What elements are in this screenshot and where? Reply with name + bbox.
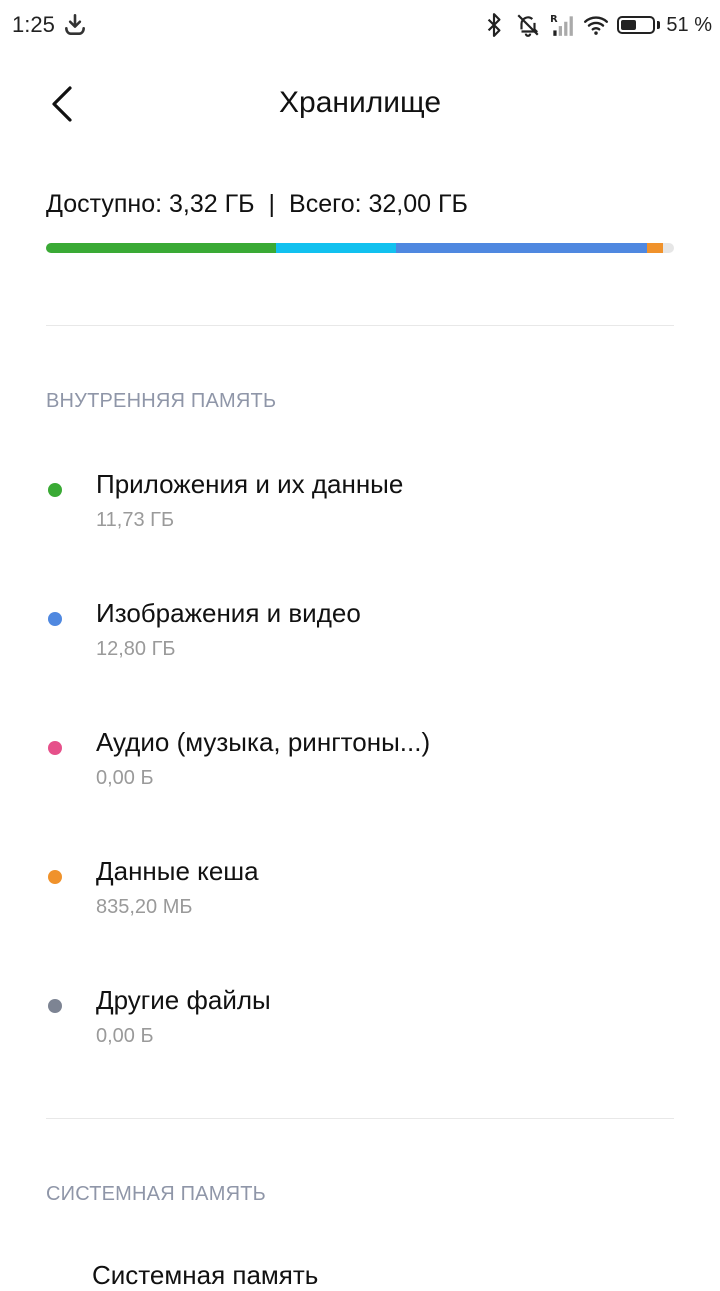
status-time: 1:25 bbox=[12, 12, 55, 37]
usage-segment bbox=[646, 243, 663, 253]
divider bbox=[46, 1118, 674, 1119]
battery-tip bbox=[657, 21, 661, 29]
battery-body bbox=[617, 16, 656, 34]
summary-separator: | bbox=[268, 190, 276, 218]
page-title: Хранилище bbox=[279, 86, 441, 119]
color-dot bbox=[48, 741, 62, 755]
item-label: Аудио (музыка, рингтоны...) bbox=[96, 727, 431, 757]
bluetooth-icon bbox=[488, 13, 501, 37]
status-bar: 1:25 R 51 % bbox=[0, 0, 720, 52]
battery-icon: 51 % bbox=[617, 14, 712, 37]
storage-summary: Доступно: 3,32 ГБ | Всего: 32,00 ГБ bbox=[46, 190, 468, 219]
section-title-system: СИСТЕМНАЯ ПАМЯТЬ bbox=[46, 1183, 266, 1205]
download-icon bbox=[65, 13, 85, 35]
available-text: Доступно: 3,32 ГБ bbox=[46, 190, 255, 218]
storage-item-other-files[interactable]: Другие файлы 0,00 Б bbox=[46, 971, 674, 1071]
storage-usage-bar bbox=[46, 243, 674, 253]
item-size: 11,73 ГБ bbox=[96, 509, 175, 531]
storage-item-audio[interactable]: Аудио (музыка, рингтоны...) 0,00 Б bbox=[46, 713, 674, 813]
total-text: Всего: 32,00 ГБ bbox=[289, 190, 468, 218]
item-size: 835,20 МБ bbox=[96, 896, 193, 918]
item-label: Данные кеша bbox=[96, 856, 259, 886]
item-size: 0,00 Б bbox=[96, 1025, 154, 1047]
storage-item-images-video[interactable]: Изображения и видео 12,80 ГБ bbox=[46, 584, 674, 684]
item-size: 0,00 Б bbox=[96, 767, 154, 789]
item-label: Изображения и видео bbox=[96, 598, 361, 628]
alarm-off-icon bbox=[517, 14, 539, 37]
usage-segment bbox=[395, 243, 647, 253]
status-icons: R 51 % bbox=[481, 10, 712, 40]
item-label: Приложения и их данные bbox=[96, 469, 404, 499]
usage-segment bbox=[46, 243, 277, 253]
item-label: Другие файлы bbox=[96, 985, 271, 1015]
storage-item-system-memory[interactable]: Системная память bbox=[92, 1260, 318, 1291]
divider bbox=[46, 325, 674, 326]
color-dot bbox=[48, 999, 62, 1013]
signal-roaming-icon: R bbox=[550, 14, 574, 36]
wifi-icon bbox=[584, 16, 609, 35]
usage-segment bbox=[276, 243, 396, 253]
color-dot bbox=[48, 483, 62, 497]
storage-item-cache[interactable]: Данные кеша 835,20 МБ bbox=[46, 842, 674, 942]
svg-text:R: R bbox=[550, 14, 558, 25]
color-dot bbox=[48, 612, 62, 626]
section-title-internal: ВНУТРЕННЯЯ ПАМЯТЬ bbox=[46, 390, 277, 412]
color-dot bbox=[48, 870, 62, 884]
item-size: 12,80 ГБ bbox=[96, 638, 176, 660]
battery-fill bbox=[621, 20, 637, 30]
storage-item-apps[interactable]: Приложения и их данные 11,73 ГБ bbox=[46, 455, 674, 555]
battery-percent: 51 % bbox=[666, 13, 712, 36]
